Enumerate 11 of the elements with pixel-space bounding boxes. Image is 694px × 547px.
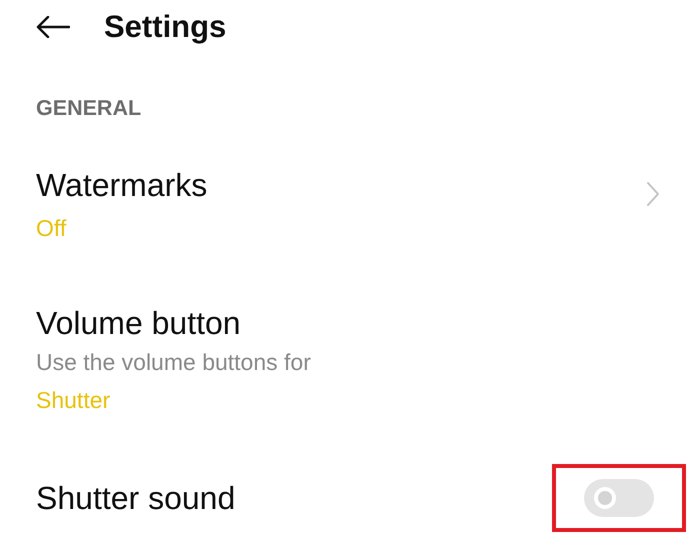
toggle-switch[interactable] — [584, 479, 654, 517]
back-icon[interactable] — [36, 16, 70, 38]
setting-description: Use the volume buttons for — [36, 349, 312, 375]
setting-value: Shutter — [36, 387, 112, 413]
setting-title[interactable]: Watermarks — [36, 167, 646, 203]
setting-title[interactable]: Volume button — [36, 305, 660, 341]
setting-title[interactable]: Shutter sound — [36, 480, 552, 516]
setting-value: Off — [36, 215, 68, 241]
section-label: GENERAL — [36, 96, 142, 122]
screen-title: Settings — [104, 9, 226, 45]
chevron-icon[interactable] — [646, 181, 660, 207]
